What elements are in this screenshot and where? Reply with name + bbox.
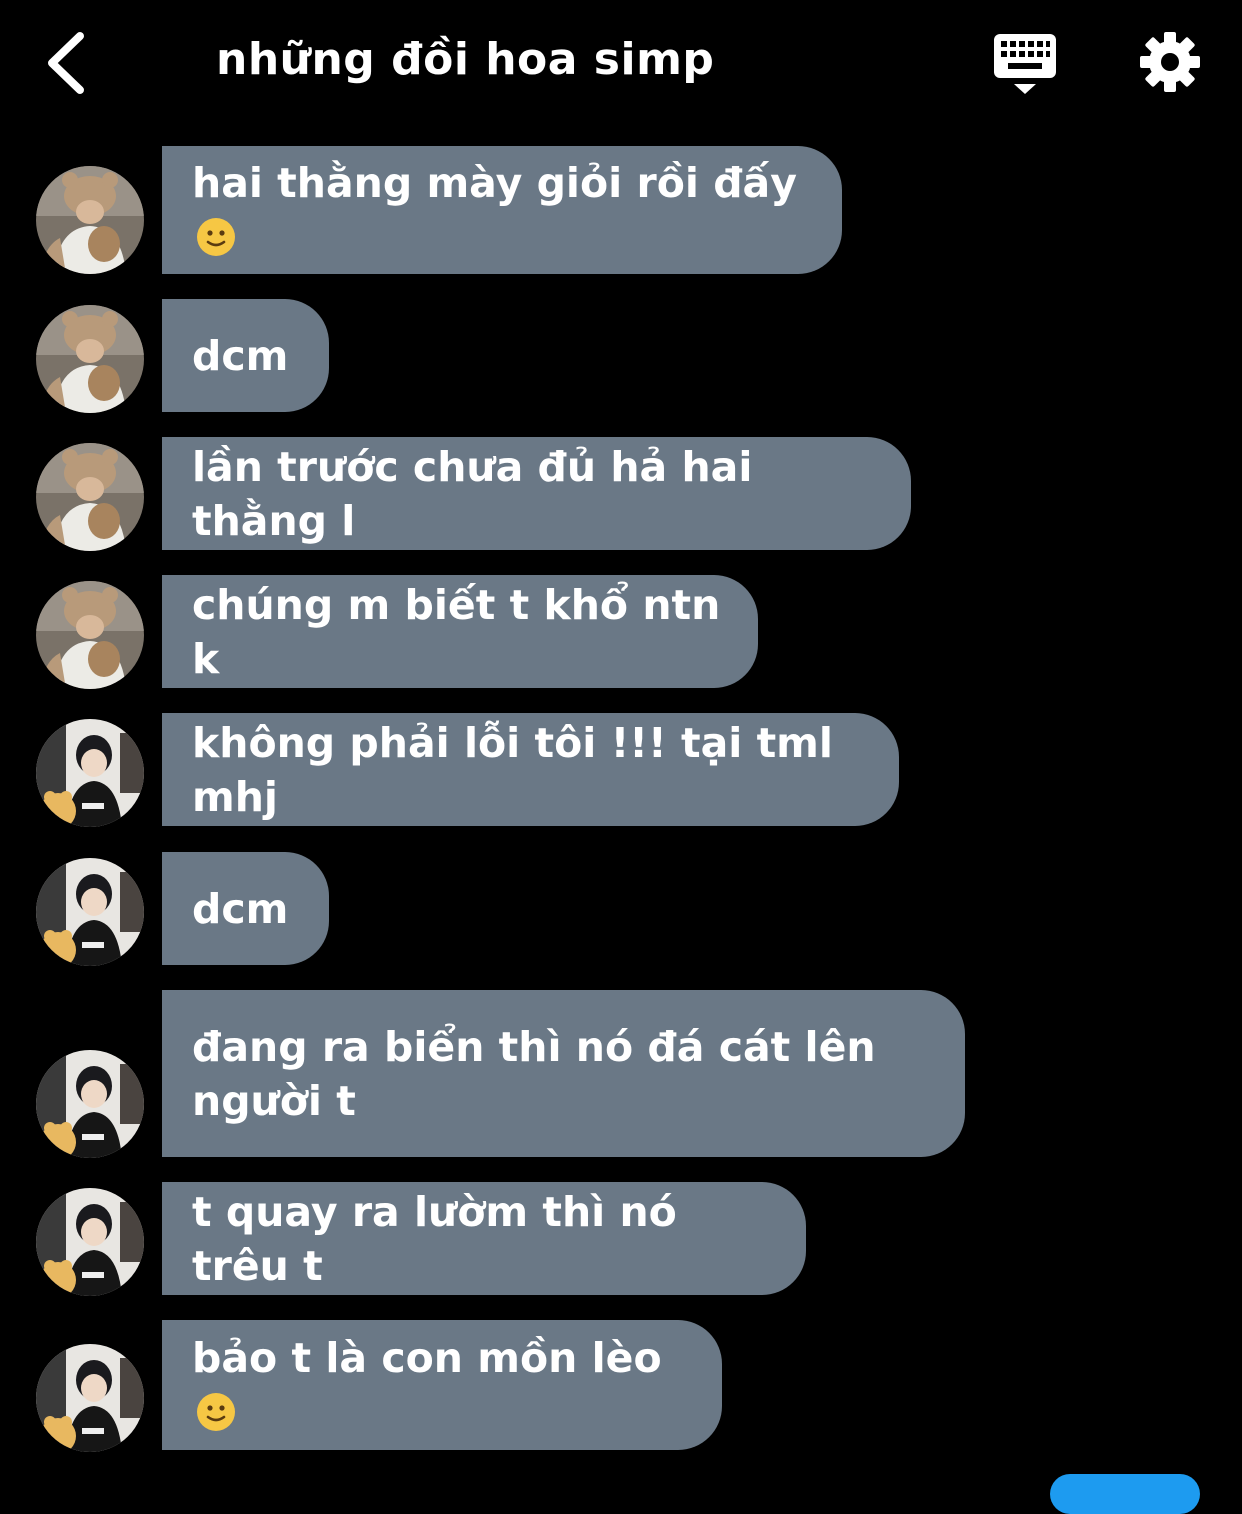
avatar-user-b[interactable] [36,1188,144,1296]
message-text: t quay ra lườm thì nó trêu t [192,1187,692,1290]
message-row: dcm [0,299,1242,413]
chat-header: những đồi hoa simp [0,0,1242,130]
message-text: hai thằng mày giỏi rồi đấy [192,156,812,264]
chevron-left-icon [48,32,84,94]
message-text: lần trước chưa đủ hả hai thằng l [192,442,767,545]
avatar-user-b[interactable] [36,858,144,966]
gear-icon [1140,32,1200,92]
avatar-user-a[interactable] [36,305,144,413]
message-row: bảo t là con mồn lèo [0,1320,1242,1452]
back-button[interactable] [40,28,100,98]
message-row: dcm [0,852,1242,966]
message-row: t quay ra lườm thì nó trêu t [0,1182,1242,1296]
avatar-user-a[interactable] [36,443,144,551]
message-bubble[interactable]: hai thằng mày giỏi rồi đấy [162,146,842,274]
avatar-user-a[interactable] [36,581,144,689]
avatar-user-b[interactable] [36,1344,144,1452]
message-bubble[interactable]: chúng m biết t khổ ntn k [162,575,758,688]
message-row: hai thằng mày giỏi rồi đấy [0,146,1242,274]
message-bubble[interactable]: bảo t là con mồn lèo [162,1320,722,1450]
message-bubble[interactable]: không phải lỗi tôi !!! tại tml mhj [162,713,899,826]
message-row: chúng m biết t khổ ntn k [0,575,1242,689]
keyboard-icon [994,34,1056,94]
settings-button[interactable] [1138,30,1202,94]
keyboard-toggle-button[interactable] [990,30,1062,100]
message-bubble[interactable]: t quay ra lườm thì nó trêu t [162,1182,806,1295]
avatar-user-a[interactable] [36,166,144,274]
message-bubble[interactable]: lần trước chưa đủ hả hai thằng l [162,437,911,550]
message-bubble[interactable]: dcm [162,852,329,965]
message-bubble[interactable]: đang ra biển thì nó đá cát lên người t [162,990,965,1157]
chat-title: những đồi hoa simp [216,34,715,85]
message-text: chúng m biết t khổ ntn k [192,580,735,683]
avatar-user-b[interactable] [36,1050,144,1158]
outgoing-bubble-peek [1050,1474,1200,1514]
message-text: dcm [192,331,289,380]
message-row: không phải lỗi tôi !!! tại tml mhj [0,713,1242,827]
message-text: không phải lỗi tôi !!! tại tml mhj [192,718,848,821]
avatar-user-b[interactable] [36,719,144,827]
slightly-smiling-face-emoji [197,218,235,256]
message-bubble[interactable]: dcm [162,299,329,412]
message-row: lần trước chưa đủ hả hai thằng l [0,437,1242,551]
message-text: đang ra biển thì nó đá cát lên người t [192,1022,876,1125]
slightly-smiling-face-emoji [197,1393,235,1431]
message-text: bảo t là con mồn lèo [192,1331,692,1439]
message-row: đang ra biển thì nó đá cát lên người t [0,990,1242,1158]
message-text: dcm [192,884,289,933]
